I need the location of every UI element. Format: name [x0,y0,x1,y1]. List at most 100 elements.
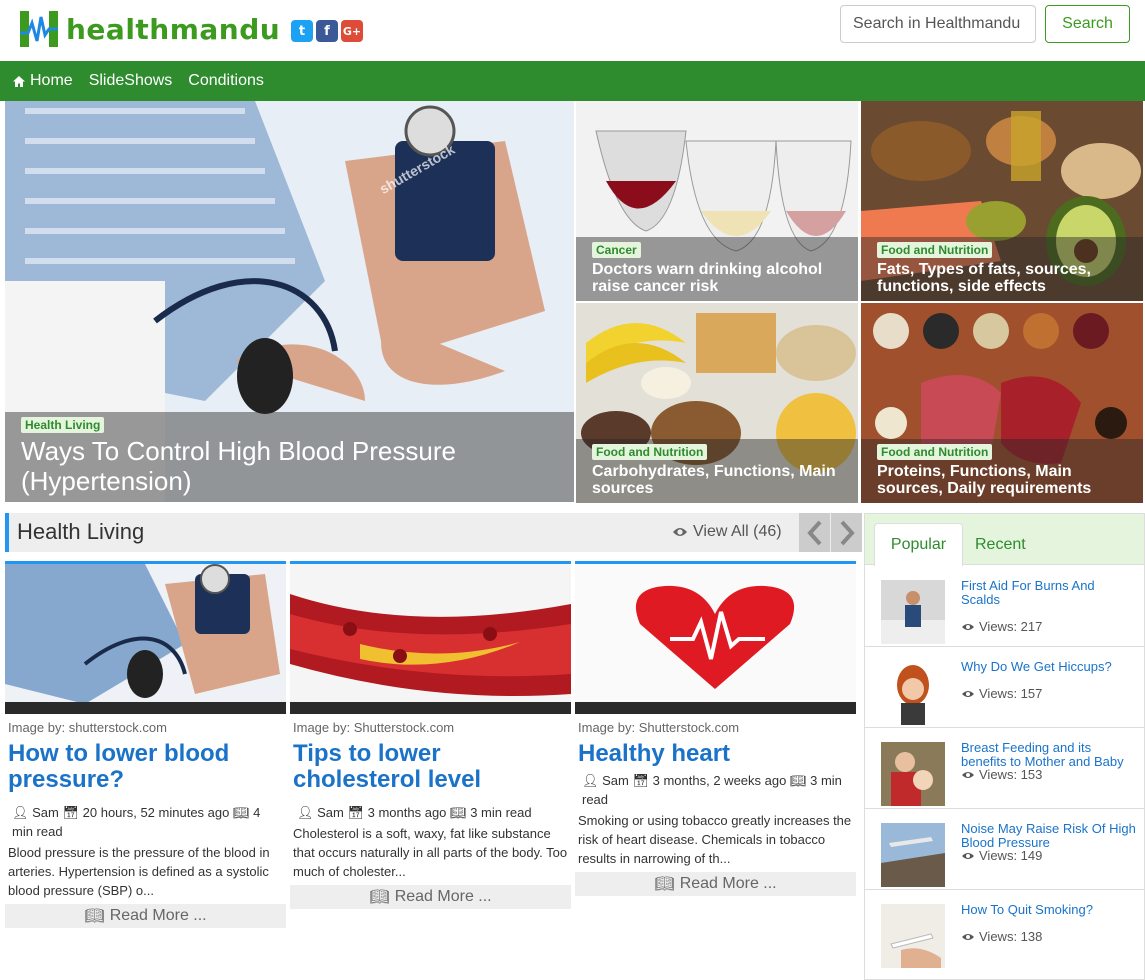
view-count-label: Views: 217 [979,619,1043,634]
popular-title[interactable]: Why Do We Get Hiccups? [961,660,1136,674]
article-read-time: 3 min read [470,805,532,820]
article-author: Sam [602,773,629,788]
read-more-button[interactable]: 📖︎ Read More ... [575,872,856,896]
site-logo[interactable]: healthmandu [18,9,280,49]
featured-main-title[interactable]: Ways To Control High Blood Pressure (Hyp… [21,436,558,496]
list-item[interactable]: Breast Feeding and its benefits to Mothe… [865,728,1144,809]
category-tag[interactable]: Cancer [592,242,641,258]
google-plus-icon[interactable]: G+ [341,20,363,42]
article-card: Image by: shutterstock.com How to lower … [5,561,286,928]
article-card: Image by: Shutterstock.com Healthy heart… [575,561,856,896]
featured-tile-proteins[interactable]: Food and Nutrition Proteins, Functions, … [861,303,1143,503]
view-count: Views: 149 [961,848,1042,863]
article-title[interactable]: How to lower blood pressure? [8,741,283,793]
user-icon: 👤︎ [297,805,314,820]
nav-conditions[interactable]: Conditions [188,72,264,90]
chevron-right-icon [840,520,855,545]
article-author: Sam [32,805,59,820]
view-all-link[interactable]: View All (46) [672,523,782,541]
category-tag[interactable]: Food and Nutrition [877,242,993,258]
tile-title[interactable]: Doctors warn drinking alcohol raise canc… [592,261,842,295]
eye-icon [962,852,974,859]
article-time: 3 months ago [367,805,447,820]
read-more-button[interactable]: 📖︎ Read More ... [290,885,571,909]
featured-main[interactable]: shutterstock Health Living Ways To Contr… [5,101,574,502]
article-thumbnail [881,661,945,725]
category-tag[interactable]: Food and Nutrition [877,444,993,460]
eye-icon [673,528,687,536]
article-meta: 👤︎ Sam 📅︎ 20 hours, 52 minutes ago 📖︎ 4 … [12,803,283,841]
article-meta: 👤︎ Sam 📅︎ 3 months ago 📖︎ 3 min read [297,803,568,822]
view-all-label: View All (46) [693,523,782,540]
view-count-label: Views: 138 [979,929,1043,944]
category-tag[interactable]: Food and Nutrition [592,444,708,460]
book-icon: 📖︎ [84,908,105,925]
book-icon: 📖︎ [789,773,807,788]
read-more-button[interactable]: 📖︎ Read More ... [5,904,286,928]
section-header: Health Living View All (46) [5,513,862,552]
view-count: Views: 138 [961,929,1042,944]
view-count: Views: 153 [961,767,1042,782]
popular-title[interactable]: How To Quit Smoking? [961,903,1136,917]
image-credit: Image by: Shutterstock.com [293,720,455,735]
main-nav: Home SlideShows Conditions [0,61,1145,101]
nav-slideshows[interactable]: SlideShows [89,72,173,90]
article-title[interactable]: Healthy heart [578,741,853,767]
home-icon [13,75,25,87]
featured-main-caption: Health Living Ways To Control High Blood… [5,412,574,502]
book-icon: 📖︎ [232,805,250,820]
top-header: healthmandu t f G+ Search [0,0,1145,61]
nav-home-label: Home [30,72,73,89]
article-thumbnail [881,742,945,806]
facebook-icon[interactable]: f [316,20,338,42]
view-count: Views: 157 [961,686,1042,701]
read-more-label: Read More ... [679,875,777,892]
section-title: Health Living [17,519,145,544]
calendar-icon: 📅︎ [347,805,365,820]
article-card: Image by: Shutterstock.com Tips to lower… [290,561,571,909]
article-image[interactable] [575,561,856,714]
list-item[interactable]: First Aid For Burns And Scalds Views: 21… [865,566,1144,647]
tile-title[interactable]: Proteins, Functions, Main sources, Daily… [877,463,1127,497]
view-count-label: Views: 149 [979,848,1043,863]
tile-title[interactable]: Carbohydrates, Functions, Main sources [592,463,842,497]
tab-popular[interactable]: Popular [874,523,963,566]
popular-title[interactable]: Breast Feeding and its benefits to Mothe… [961,741,1136,769]
featured-tile-carbs[interactable]: Food and Nutrition Carbohydrates, Functi… [576,303,858,503]
read-more-label: Read More ... [394,888,492,905]
article-excerpt: Smoking or using tobacco greatly increas… [578,813,852,866]
list-item[interactable]: Why Do We Get Hiccups? Views: 157 [865,647,1144,728]
article-image[interactable] [5,561,286,714]
view-count-label: Views: 153 [979,767,1043,782]
article-image[interactable] [290,561,571,714]
featured-tile-fats[interactable]: Food and Nutrition Fats, Types of fats, … [861,101,1143,301]
nav-home[interactable]: Home [12,72,73,90]
search-button[interactable]: Search [1045,5,1130,43]
list-item[interactable]: How To Quit Smoking? Views: 138 [865,890,1144,971]
prev-arrow-button[interactable] [799,513,830,552]
tile-title[interactable]: Fats, Types of fats, sources, functions,… [877,261,1127,295]
article-thumbnail [881,580,945,644]
calendar-icon: 📅︎ [62,805,80,820]
article-thumbnail [881,904,945,968]
article-excerpt: Blood pressure is the pressure of the bl… [8,845,270,898]
category-tag[interactable]: Health Living [21,417,105,433]
view-count: Views: 217 [961,619,1042,634]
list-item[interactable]: Noise May Raise Risk Of High Blood Press… [865,809,1144,890]
article-thumbnail [881,823,945,887]
twitter-icon[interactable]: t [291,20,313,42]
next-arrow-button[interactable] [831,513,862,552]
logo-text: healthmandu [66,12,281,46]
article-time: 3 months, 2 weeks ago [652,773,787,788]
article-title[interactable]: Tips to lower cholesterol level [293,741,568,793]
search-input[interactable] [840,5,1036,43]
eye-icon [962,623,974,630]
article-time: 20 hours, 52 minutes ago [82,805,230,820]
featured-tile-wine[interactable]: Cancer Doctors warn drinking alcohol rai… [576,101,858,301]
read-more-label: Read More ... [109,907,207,924]
popular-title[interactable]: Noise May Raise Risk Of High Blood Press… [961,822,1136,850]
image-credit: Image by: Shutterstock.com [578,720,740,735]
popular-title[interactable]: First Aid For Burns And Scalds [961,579,1136,607]
tab-recent[interactable]: Recent [975,523,1026,566]
eye-icon [962,933,974,940]
